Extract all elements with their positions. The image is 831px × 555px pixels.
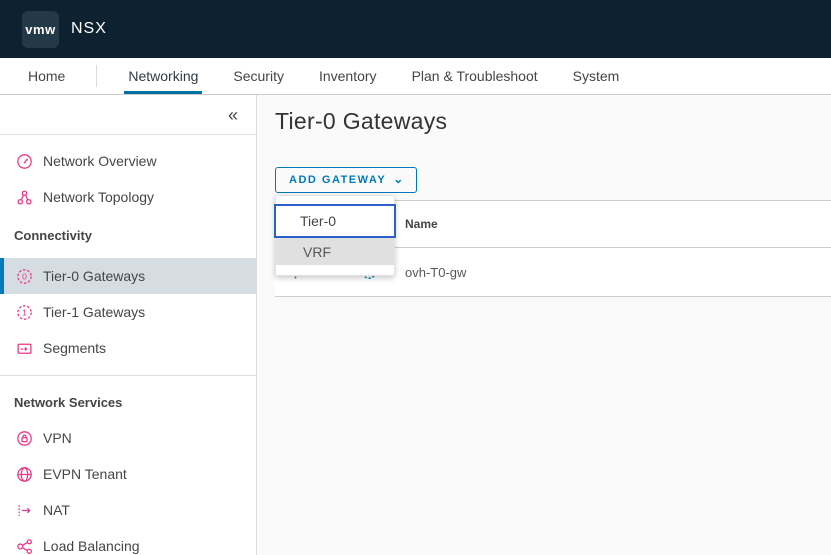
sidebar-item-load-balancing[interactable]: Load Balancing	[0, 528, 256, 555]
dropdown-item-vrf[interactable]: VRF	[276, 238, 394, 265]
gauge-icon	[16, 153, 33, 170]
vpn-lock-icon	[16, 430, 33, 447]
tab-plan-troubleshoot[interactable]: Plan & Troubleshoot	[408, 58, 542, 94]
sidebar-item-evpn-tenant[interactable]: EVPN Tenant	[0, 456, 256, 492]
sidebar-item-nat[interactable]: NAT	[0, 492, 256, 528]
main-content: Tier-0 Gateways ADD GATEWAY ⌄ Name ⋮	[257, 95, 831, 555]
load-balancing-icon	[16, 538, 33, 555]
sidebar-item-label: Network Topology	[43, 189, 154, 205]
sidebar-section-connectivity: Connectivity	[0, 228, 256, 243]
sidebar-item-network-overview[interactable]: Network Overview	[0, 143, 256, 179]
vmware-logo[interactable]: vmw	[22, 11, 59, 48]
add-gateway-dropdown: Tier-0 VRF	[275, 195, 395, 276]
vmware-logo-text: vmw	[25, 22, 55, 37]
sidebar-item-segments[interactable]: Segments	[0, 330, 256, 366]
tab-networking[interactable]: Networking	[124, 58, 202, 94]
sidebar-item-tier0-gateways[interactable]: 0 Tier-0 Gateways	[0, 258, 256, 294]
sidebar-divider	[0, 375, 256, 376]
app-header: vmw NSX	[0, 0, 831, 58]
sidebar-item-label: Segments	[43, 340, 106, 356]
sidebar-item-label: Tier-1 Gateways	[43, 304, 145, 320]
sidebar-item-vpn[interactable]: VPN	[0, 420, 256, 456]
nat-arrow-icon	[16, 502, 33, 519]
add-gateway-button[interactable]: ADD GATEWAY ⌄	[275, 167, 417, 193]
sidebar-item-label: Network Overview	[43, 153, 157, 169]
segments-icon	[16, 340, 33, 357]
chevron-down-icon: ⌄	[393, 172, 403, 186]
nav-divider	[96, 65, 97, 87]
tab-security[interactable]: Security	[229, 58, 288, 94]
tier0-gateway-icon: 0	[16, 268, 33, 285]
tier1-gateway-icon: 1	[16, 304, 33, 321]
evpn-globe-icon	[16, 466, 33, 483]
sidebar-item-label: Tier-0 Gateways	[43, 268, 145, 284]
page-title: Tier-0 Gateways	[275, 108, 447, 135]
tab-home[interactable]: Home	[24, 58, 69, 94]
add-gateway-label: ADD GATEWAY	[289, 174, 386, 186]
topology-icon	[16, 189, 33, 206]
sidebar-item-network-topology[interactable]: Network Topology	[0, 179, 256, 215]
svg-text:0: 0	[22, 271, 27, 281]
sidebar-collapse-bar: «	[0, 95, 256, 135]
tab-system[interactable]: System	[569, 58, 624, 94]
collapse-sidebar-icon[interactable]: «	[228, 106, 238, 124]
top-navigation: Home Networking Security Inventory Plan …	[0, 58, 831, 95]
sidebar-item-label: NAT	[43, 502, 70, 518]
sidebar-item-tier1-gateways[interactable]: 1 Tier-1 Gateways	[0, 294, 256, 330]
svg-text:1: 1	[22, 307, 27, 317]
sidebar-item-label: Load Balancing	[43, 538, 140, 554]
sidebar-section-network-services: Network Services	[0, 395, 256, 410]
dropdown-item-tier0[interactable]: Tier-0	[274, 204, 396, 238]
sidebar-item-label: EVPN Tenant	[43, 466, 127, 482]
sidebar: « Network Overview Network Topolo	[0, 95, 257, 555]
product-name: NSX	[71, 20, 107, 38]
tab-inventory[interactable]: Inventory	[315, 58, 381, 94]
sidebar-item-label: VPN	[43, 430, 72, 446]
